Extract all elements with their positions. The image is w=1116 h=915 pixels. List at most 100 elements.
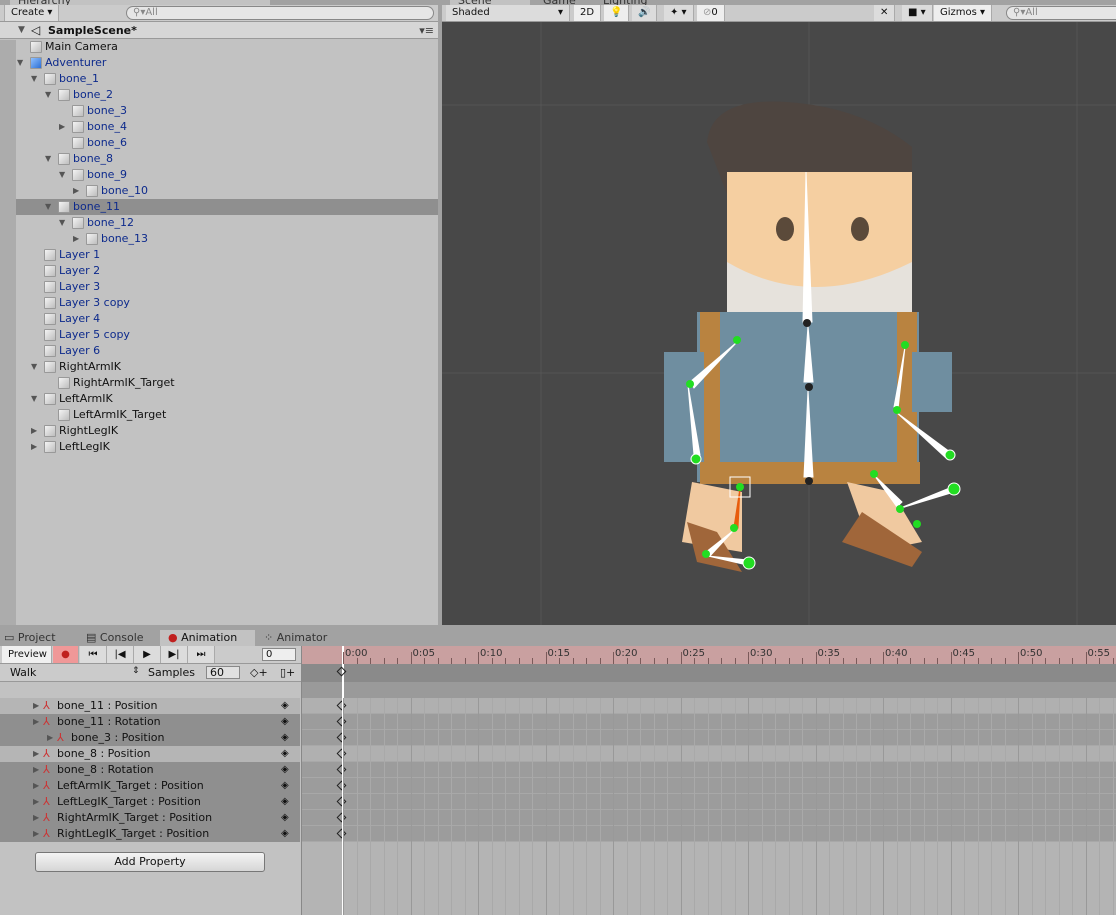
- hierarchy-item[interactable]: Layer 1: [16, 247, 438, 263]
- hierarchy-item[interactable]: ▼ bone_11: [16, 199, 438, 215]
- collapsed-arrow-icon[interactable]: ▶: [73, 183, 79, 199]
- hierarchy-item[interactable]: ▼ bone_8: [16, 151, 438, 167]
- hierarchy-item[interactable]: ▼ bone_9: [16, 167, 438, 183]
- hierarchy-item[interactable]: ▼ bone_1: [16, 71, 438, 87]
- keyframe-button-icon[interactable]: ◈: [281, 778, 289, 794]
- scene-canvas[interactable]: [442, 22, 1116, 625]
- keyframe-button-icon[interactable]: ◈: [281, 762, 289, 778]
- hierarchy-item[interactable]: ▶ bone_4: [16, 119, 438, 135]
- add-event-icon[interactable]: ▯+: [280, 666, 295, 679]
- hierarchy-item[interactable]: ▼ LeftArmIK: [16, 391, 438, 407]
- expanded-arrow-icon[interactable]: ▼: [59, 167, 65, 183]
- effects-dropdown-icon[interactable]: ✦ ▾: [664, 5, 694, 21]
- expanded-arrow-icon[interactable]: ▼: [45, 151, 51, 167]
- expanded-arrow-icon[interactable]: ▼: [31, 71, 37, 87]
- hierarchy-item[interactable]: ▼ Adventurer: [16, 55, 438, 71]
- hierarchy-item[interactable]: ▼ bone_12: [16, 215, 438, 231]
- keyframe-button-icon[interactable]: ◈: [281, 810, 289, 826]
- expanded-arrow-icon[interactable]: ▼: [31, 359, 37, 375]
- hierarchy-search-input[interactable]: ⚲▾All: [126, 6, 434, 20]
- hierarchy-item[interactable]: Layer 5 copy: [16, 327, 438, 343]
- shading-dropdown[interactable]: Shaded ▾: [446, 5, 570, 21]
- prev-keyframe-button[interactable]: |◀: [107, 646, 134, 663]
- collapsed-arrow-icon[interactable]: ▶: [33, 826, 39, 842]
- tab-project[interactable]: ▭ Project: [4, 631, 56, 644]
- frame-input[interactable]: 0: [262, 648, 296, 661]
- property-row[interactable]: ▶ ⅄ RightLegIK_Target : Position ◈: [0, 826, 300, 842]
- property-row[interactable]: ▶ ⅄ bone_8 : Position ◈: [0, 746, 300, 762]
- play-button[interactable]: ▶: [134, 646, 161, 663]
- hierarchy-item[interactable]: Layer 3 copy: [16, 295, 438, 311]
- gizmos-dropdown[interactable]: Gizmos ▾: [934, 5, 993, 21]
- collapsed-arrow-icon[interactable]: ▶: [33, 762, 39, 778]
- add-property-button[interactable]: Add Property: [35, 852, 265, 872]
- collapsed-arrow-icon[interactable]: ▶: [47, 730, 53, 746]
- collapsed-arrow-icon[interactable]: ▶: [33, 778, 39, 794]
- hierarchy-item[interactable]: bone_6: [16, 135, 438, 151]
- expand-arrow-icon[interactable]: ▼: [18, 22, 25, 39]
- property-row[interactable]: ▶ ⅄ RightArmIK_Target : Position ◈: [0, 810, 300, 826]
- keyframe-button-icon[interactable]: ◈: [281, 698, 289, 714]
- tab-animator[interactable]: ⁘ Animator: [264, 631, 327, 644]
- audio-toggle-icon[interactable]: 🔊: [632, 5, 658, 21]
- property-row[interactable]: ▶ ⅄ bone_11 : Rotation ◈: [0, 714, 300, 730]
- property-row[interactable]: ▶ ⅄ LeftLegIK_Target : Position ◈: [0, 794, 300, 810]
- scene-header[interactable]: ▼ ◁ SampleScene* ▾≡: [0, 22, 438, 39]
- collapsed-arrow-icon[interactable]: ▶: [33, 810, 39, 826]
- clip-dropdown[interactable]: Walk: [10, 666, 36, 679]
- expanded-arrow-icon[interactable]: ▼: [45, 199, 51, 215]
- record-button[interactable]: ●: [53, 646, 79, 663]
- hierarchy-item[interactable]: Layer 3: [16, 279, 438, 295]
- hierarchy-item[interactable]: Main Camera: [16, 39, 438, 55]
- next-keyframe-button[interactable]: ▶|: [161, 646, 188, 663]
- hierarchy-item[interactable]: ▶ LeftLegIK: [16, 439, 438, 455]
- property-row[interactable]: ▶ ⅄ bone_8 : Rotation ◈: [0, 762, 300, 778]
- collapsed-arrow-icon[interactable]: ▶: [59, 119, 65, 135]
- hierarchy-item[interactable]: bone_3: [16, 103, 438, 119]
- first-keyframe-button[interactable]: ⏮: [80, 646, 107, 663]
- tab-console[interactable]: ▤ Console: [86, 631, 144, 644]
- create-button[interactable]: Create ▾: [4, 5, 60, 21]
- expanded-arrow-icon[interactable]: ▼: [45, 87, 51, 103]
- camera-dropdown-icon[interactable]: ■ ▾: [902, 5, 933, 21]
- collapsed-arrow-icon[interactable]: ▶: [33, 698, 39, 714]
- property-row[interactable]: ▶ ⅄ bone_11 : Position ◈: [0, 698, 300, 714]
- last-keyframe-button[interactable]: ⏭: [188, 646, 215, 663]
- hierarchy-item[interactable]: Layer 6: [16, 343, 438, 359]
- expanded-arrow-icon[interactable]: ▼: [17, 55, 23, 71]
- collapsed-arrow-icon[interactable]: ▶: [31, 423, 37, 439]
- hierarchy-item[interactable]: ▶ bone_13: [16, 231, 438, 247]
- scene-menu-icon[interactable]: ▾≡: [419, 22, 434, 39]
- property-row[interactable]: ▶ ⅄ LeftArmIK_Target : Position ◈: [0, 778, 300, 794]
- clip-dropdown-arrow-icon[interactable]: ⇕: [132, 666, 140, 676]
- keyframe-button-icon[interactable]: ◈: [281, 826, 289, 842]
- tab-animation[interactable]: ● Animation: [160, 630, 255, 646]
- keyframe-button-icon[interactable]: ◈: [281, 730, 289, 746]
- hierarchy-item[interactable]: Layer 2: [16, 263, 438, 279]
- hidden-objects-toggle[interactable]: ⊘0: [697, 5, 725, 21]
- hierarchy-item[interactable]: ▶ bone_10: [16, 183, 438, 199]
- hierarchy-item[interactable]: RightArmIK_Target: [16, 375, 438, 391]
- hierarchy-item[interactable]: ▼ bone_2: [16, 87, 438, 103]
- collapsed-arrow-icon[interactable]: ▶: [73, 231, 79, 247]
- keyframe-button-icon[interactable]: ◈: [281, 794, 289, 810]
- samples-input[interactable]: 60: [206, 666, 240, 679]
- hierarchy-item[interactable]: Layer 4: [16, 311, 438, 327]
- keyframe-button-icon[interactable]: ◈: [281, 746, 289, 762]
- dopesheet[interactable]: 0:00 0:05 0:10 0:15 0:20 0:25 0:30 0:35 0:40 0:45…: [302, 646, 1116, 915]
- scene-search-input[interactable]: ⚲▾All: [1006, 6, 1116, 20]
- tools-icon[interactable]: ✕: [874, 5, 896, 21]
- collapsed-arrow-icon[interactable]: ▶: [33, 794, 39, 810]
- collapsed-arrow-icon[interactable]: ▶: [31, 439, 37, 455]
- keyframe-button-icon[interactable]: ◈: [281, 714, 289, 730]
- property-row[interactable]: ▶ ⅄ bone_3 : Position ◈: [0, 730, 300, 746]
- collapsed-arrow-icon[interactable]: ▶: [33, 714, 39, 730]
- add-keyframe-icon[interactable]: ◇+: [250, 666, 268, 679]
- preview-toggle[interactable]: Preview: [2, 646, 52, 663]
- collapsed-arrow-icon[interactable]: ▶: [33, 746, 39, 762]
- expanded-arrow-icon[interactable]: ▼: [31, 391, 37, 407]
- expanded-arrow-icon[interactable]: ▼: [59, 215, 65, 231]
- hierarchy-item[interactable]: LeftArmIK_Target: [16, 407, 438, 423]
- hierarchy-item[interactable]: ▼ RightArmIK: [16, 359, 438, 375]
- 2d-toggle[interactable]: 2D: [574, 5, 602, 21]
